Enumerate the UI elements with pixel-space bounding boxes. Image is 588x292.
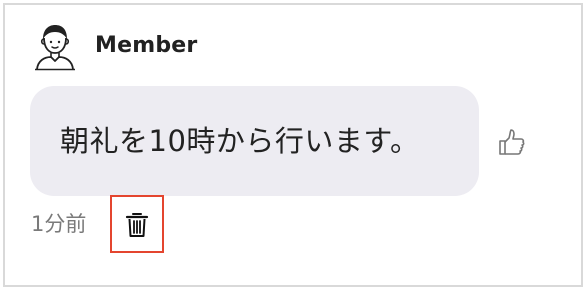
message-text: 朝礼を10時から行います。 [60,124,420,158]
delete-button[interactable] [110,195,164,253]
timestamp: 1分前 [31,212,87,236]
like-button[interactable] [497,127,527,159]
trash-icon [125,213,149,237]
avatar [33,21,77,71]
thumbs-up-icon [499,129,525,155]
sender-name: Member [95,33,198,58]
person-avatar-icon [35,25,75,71]
